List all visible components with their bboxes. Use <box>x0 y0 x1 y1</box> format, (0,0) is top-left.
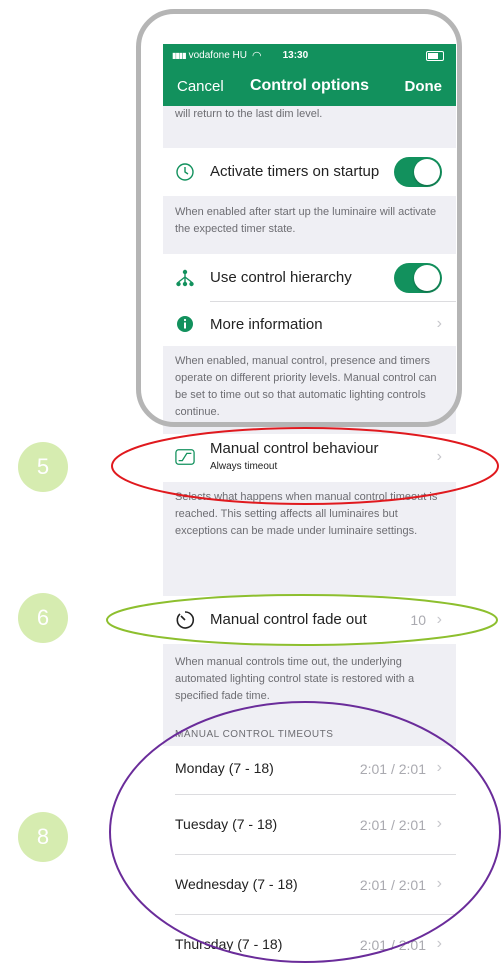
step-badge-5: 5 <box>18 442 68 492</box>
list-item[interactable]: Tuesday (7 - 18) 2:01 / 2:01 › <box>163 801 456 849</box>
timeouts-header: MANUAL CONTROL TIMEOUTS <box>175 729 334 740</box>
day-value: 2:01 / 2:01 <box>359 761 426 777</box>
carrier-name: vodafone HU <box>188 49 247 61</box>
chevron-right-icon: › <box>436 448 442 465</box>
hierarchy-card: Use control hierarchy More information › <box>163 254 456 346</box>
battery-icon <box>426 51 444 61</box>
fade-curve-icon <box>175 447 195 467</box>
phone-screen: ▮▮▮▮ vodafone HU ◠ 13:30 Cancel Control … <box>163 44 456 969</box>
signal-icon: ▮▮▮▮ <box>172 50 187 60</box>
row-separator <box>175 794 456 795</box>
fade-out-label: Manual control fade out <box>210 611 367 628</box>
row-separator <box>175 854 456 855</box>
fade-out-row[interactable]: Manual control fade out 10 › <box>163 596 456 644</box>
day-value: 2:01 / 2:01 <box>359 937 426 953</box>
wifi-icon: ◠ <box>251 49 262 62</box>
timers-description: When enabled after start up the luminair… <box>175 206 437 235</box>
hierarchy-description: When enabled, manual control, presence a… <box>175 355 437 418</box>
behaviour-row[interactable]: Manual control behaviour Always timeout … <box>163 434 456 482</box>
chevron-right-icon: › <box>436 935 442 952</box>
step-badge-8: 8 <box>18 812 68 862</box>
timeouts-list: Monday (7 - 18) 2:01 / 2:01 › Tuesday (7… <box>163 746 456 969</box>
behaviour-value: Always timeout <box>210 461 278 472</box>
more-information-link[interactable]: More information <box>210 316 323 333</box>
behaviour-description: Selects what happens when manual control… <box>175 491 438 537</box>
fade-out-value: 10 <box>410 612 426 628</box>
list-item[interactable]: Monday (7 - 18) 2:01 / 2:01 › <box>163 746 456 794</box>
top-note: will return to the last dim level. <box>175 108 323 120</box>
timers-card: Activate timers on startup <box>163 148 456 196</box>
fade-out-description: When manual controls time out, the under… <box>175 656 415 702</box>
list-item[interactable]: Thursday (7 - 18) 2:01 / 2:01 › <box>163 918 456 966</box>
navigation-bar: Cancel Control options Done <box>163 66 456 106</box>
clock-icon <box>175 162 195 182</box>
timers-label: Activate timers on startup <box>210 163 380 180</box>
timers-toggle[interactable] <box>394 157 442 187</box>
chevron-right-icon: › <box>436 611 442 628</box>
day-label: Wednesday (7 - 18) <box>175 876 298 892</box>
chevron-right-icon: › <box>436 759 442 776</box>
day-label: Tuesday (7 - 18) <box>175 816 278 832</box>
hierarchy-label: Use control hierarchy <box>210 269 352 286</box>
day-label: Monday (7 - 18) <box>175 760 274 776</box>
hierarchy-toggle[interactable] <box>394 263 442 293</box>
list-item[interactable]: Wednesday (7 - 18) 2:01 / 2:01 › <box>163 860 456 908</box>
done-button[interactable]: Done <box>405 78 443 95</box>
status-bar: ▮▮▮▮ vodafone HU ◠ 13:30 <box>163 44 456 66</box>
row-separator <box>175 914 456 915</box>
hierarchy-icon <box>175 268 195 288</box>
day-label: Thursday (7 - 18) <box>175 936 283 952</box>
status-time: 13:30 <box>282 49 309 61</box>
chevron-right-icon: › <box>436 815 442 832</box>
timer-icon <box>175 610 195 630</box>
behaviour-label: Manual control behaviour <box>210 440 379 457</box>
day-value: 2:01 / 2:01 <box>359 817 426 833</box>
info-icon <box>175 314 195 334</box>
chevron-right-icon: › <box>436 315 442 332</box>
row-separator <box>210 301 456 302</box>
step-badge-6: 6 <box>18 593 68 643</box>
chevron-right-icon: › <box>436 875 442 892</box>
day-value: 2:01 / 2:01 <box>359 877 426 893</box>
